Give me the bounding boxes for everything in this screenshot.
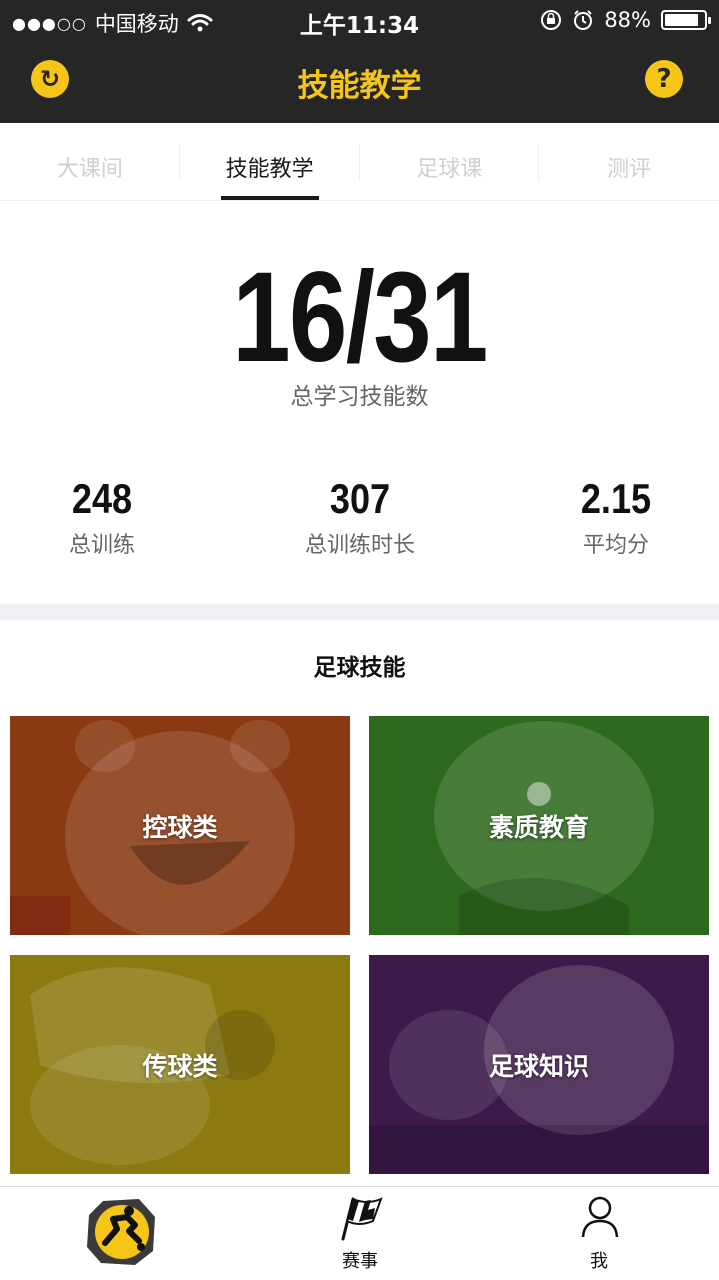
top-bar: ●●●○○ 中国移动 上午11:34 88% ↻ 技能教学 ? <box>0 0 719 123</box>
card-fitness-education[interactable]: 素质教育 <box>369 716 709 935</box>
help-button[interactable]: ? <box>645 60 683 98</box>
stat-average-score: 2.15 平均分 <box>506 475 719 559</box>
stat-label: 平均分 <box>582 533 649 558</box>
status-bar: ●●●○○ 中国移动 上午11:34 88% <box>0 0 719 40</box>
tab-skill-teaching[interactable]: 技能教学 <box>180 123 360 200</box>
bottom-tab-label: 赛事 <box>342 1251 378 1272</box>
nav-bar: ↻ 技能教学 ? <box>0 40 719 123</box>
tab-label: 测评 <box>607 157 652 182</box>
player-logo-icon <box>87 1199 155 1265</box>
bottom-tab-me[interactable]: 我 <box>479 1187 719 1280</box>
bottom-tab-home[interactable] <box>0 1187 240 1280</box>
checkered-flag-icon <box>341 1197 383 1241</box>
tab-underline <box>220 196 319 200</box>
tab-football-class[interactable]: 足球课 <box>360 123 540 200</box>
stat-label: 总训练时长 <box>304 533 415 558</box>
rotation-lock-icon <box>541 10 562 30</box>
battery-level <box>665 14 698 26</box>
stat-value: 307 <box>329 475 391 522</box>
bottom-tab-matches[interactable]: 赛事 <box>240 1187 480 1280</box>
stat-label: 总训练 <box>68 533 135 558</box>
stat-total-training: 248 总训练 <box>0 475 212 559</box>
help-icon: ? <box>656 64 672 94</box>
tab-label: 大课间 <box>56 157 123 182</box>
skills-learned-label: 总学习技能数 <box>290 384 429 410</box>
user-icon <box>581 1196 619 1238</box>
section-divider <box>0 604 719 620</box>
tab-label: 足球课 <box>416 157 483 182</box>
stat-value: 248 <box>71 475 133 522</box>
tab-label: 技能教学 <box>225 157 314 182</box>
stat-value: 2.15 <box>580 475 652 522</box>
tab-break-activity[interactable]: 大课间 <box>0 123 180 200</box>
card-label: 足球知识 <box>488 1051 589 1081</box>
stats-row: 248 总训练 307 总训练时长 2.15 平均分 <box>0 475 719 565</box>
card-football-knowledge[interactable]: 足球知识 <box>369 955 709 1174</box>
stat-total-duration: 307 总训练时长 <box>250 475 470 559</box>
bottom-tab-bar: 赛事 我 <box>0 1186 719 1280</box>
alarm-icon <box>574 10 593 30</box>
page-title: 技能教学 <box>297 68 422 104</box>
card-passing[interactable]: 传球类 <box>10 955 350 1174</box>
card-label: 素质教育 <box>488 812 589 842</box>
bottom-tab-label: 我 <box>590 1251 608 1272</box>
battery-percent: 88% <box>604 8 651 32</box>
card-label: 传球类 <box>142 1051 218 1081</box>
tab-assessment[interactable]: 测评 <box>539 123 719 200</box>
battery-icon <box>661 10 711 30</box>
card-ball-control[interactable]: 控球类 <box>10 716 350 935</box>
section-title: 足球技能 <box>313 655 406 681</box>
card-label: 控球类 <box>142 812 218 842</box>
top-tabs: 大课间 技能教学 足球课 测评 <box>0 123 719 201</box>
skills-learned-count: 16/31 <box>232 246 488 389</box>
